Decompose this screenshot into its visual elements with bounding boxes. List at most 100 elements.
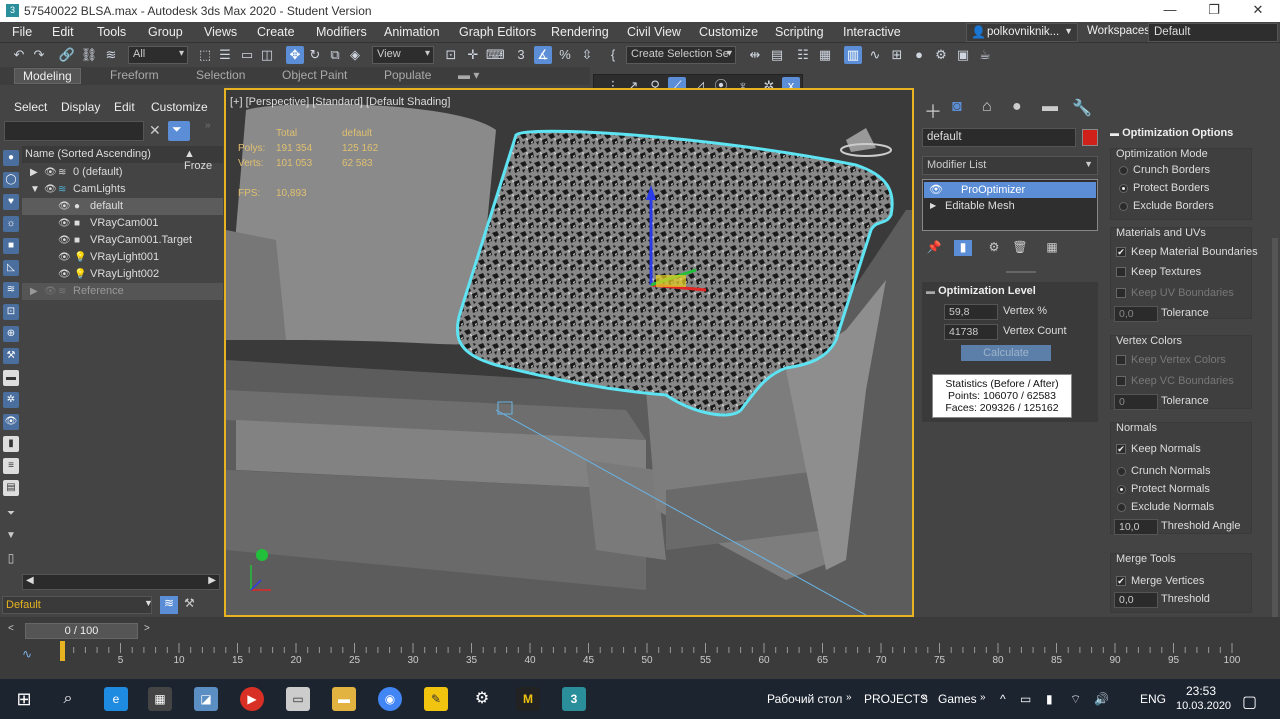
tree-row-default[interactable]: 👁 ● default (22, 198, 223, 215)
mirror-icon[interactable]: ⇹ (746, 46, 764, 64)
battery-icon[interactable]: ▮ (1046, 692, 1053, 706)
chevron-icon[interactable]: » (846, 692, 852, 703)
chrome-icon[interactable]: ◉ (378, 687, 402, 711)
exclude-normals-radio[interactable]: Exclude Normals (1114, 501, 1214, 513)
spacewarps-filter-icon[interactable]: ≋ (3, 282, 19, 298)
groups-filter-icon[interactable]: ⊡ (3, 304, 19, 320)
funnel-icon[interactable]: ⏷ (3, 506, 19, 522)
select-manipulate-icon[interactable]: ✛ (464, 46, 482, 64)
hierarchy-tab-icon[interactable]: ⌂ (982, 98, 992, 116)
curve-editor-toggle-icon[interactable]: ∿ (22, 647, 32, 661)
funnel-alt-icon[interactable]: ▼ (3, 528, 19, 544)
menu-views[interactable]: Views (204, 25, 237, 39)
frozen-filter-icon[interactable]: 👁 (3, 414, 19, 430)
calculator-icon[interactable]: ▦ (148, 687, 172, 711)
menu-interactive[interactable]: Interactive (843, 25, 901, 39)
search-icon[interactable]: ⌕ (56, 687, 80, 711)
time-track[interactable]: 5 10 15 20 25 30 35 40 45 50 55 60 65 70 75 80 85 90 95 100 (60, 641, 1270, 665)
display-all-icon[interactable]: ● (3, 150, 19, 166)
calculate-button[interactable]: Calculate (961, 345, 1051, 361)
sort-filter-icon[interactable]: ≡ (3, 458, 19, 474)
visibility-eye-icon[interactable]: 👁 (58, 215, 71, 232)
page-icon[interactable]: ▯ (3, 550, 19, 566)
vertex-percent-spinner[interactable]: 59,8 (944, 304, 998, 320)
create-tab-icon[interactable]: ＋ (924, 98, 942, 124)
make-unique-icon[interactable]: ⚙ (986, 240, 1002, 256)
link-icon[interactable]: 🔗 (58, 46, 76, 64)
scene-search-input[interactable] (4, 121, 144, 141)
percent-snap-icon[interactable]: % (556, 46, 574, 64)
stack-item-editable-mesh[interactable]: ▶ Editable Mesh (924, 198, 1096, 214)
uv-tolerance-spinner[interactable]: 0,0 (1114, 306, 1158, 322)
collapse-arrow-icon[interactable]: ▼ (30, 181, 40, 198)
media-player-icon[interactable]: ▶ (240, 687, 264, 711)
display-tab-icon[interactable]: ▬ (1042, 98, 1058, 116)
keep-vc-boundaries-checkbox[interactable]: Keep VC Boundaries (1114, 375, 1234, 387)
layer-dropdown[interactable]: Default (2, 596, 152, 614)
explorer-tab-display[interactable]: Display (61, 100, 100, 114)
visibility-eye-icon[interactable]: 👁 (44, 181, 57, 198)
placement-icon[interactable]: ◈ (346, 46, 364, 64)
language-indicator[interactable]: ENG (1140, 692, 1166, 706)
edit-named-selection-icon[interactable]: { (604, 46, 622, 64)
expand-arrow-icon[interactable]: ▶ (30, 164, 38, 181)
configure-sets-icon[interactable]: ▦ (1044, 240, 1060, 256)
minimize-button[interactable]: — (1160, 2, 1180, 17)
protect-borders-radio[interactable]: Protect Borders (1116, 182, 1209, 194)
modifier-list-dropdown[interactable]: Modifier List ▼ (922, 156, 1098, 175)
unlink-icon[interactable]: ⛓ (80, 46, 98, 64)
menu-file[interactable]: File (12, 25, 32, 39)
explorer-tab-customize[interactable]: Customize (151, 100, 208, 114)
layer-explorer-icon[interactable]: ≋ (160, 596, 178, 614)
tab-object-paint[interactable]: Object Paint (282, 68, 347, 82)
move-icon[interactable]: ✥ (286, 46, 304, 64)
merge-threshold-spinner[interactable]: 0,0 (1114, 592, 1158, 608)
keep-vertex-colors-checkbox[interactable]: Keep Vertex Colors (1114, 354, 1226, 366)
3ds-max-taskbar-icon[interactable]: 3 (562, 687, 586, 711)
tree-row-vraycam001-target[interactable]: 👁 ■ VRayCam001.Target (22, 232, 223, 249)
helpers-filter-icon[interactable]: ◺ (3, 260, 19, 276)
tab-freeform[interactable]: Freeform (110, 68, 159, 82)
command-panel-scrollbar[interactable] (1272, 238, 1278, 618)
menu-edit[interactable]: Edit (52, 25, 74, 39)
keep-material-boundaries-checkbox[interactable]: ✔ Keep Material Boundaries (1114, 246, 1258, 258)
scroll-left-icon[interactable]: < (8, 623, 14, 634)
containers-filter-icon[interactable]: ▬ (3, 370, 19, 386)
perspective-viewport[interactable]: [+] [Perspective] [Standard] [Default Sh… (224, 88, 914, 617)
visibility-eye-icon[interactable]: 👁 (44, 164, 57, 181)
protect-normals-radio[interactable]: Protect Normals (1114, 483, 1210, 495)
tab-modeling[interactable]: Modeling (14, 68, 81, 84)
tree-row-vraylight002[interactable]: 👁 💡 VRayLight002 (22, 266, 223, 283)
toolbar-desktop[interactable]: Рабочий стол (767, 692, 842, 706)
render-icon[interactable]: ☕ (976, 46, 994, 64)
select-by-name-icon[interactable]: ☰ (216, 46, 234, 64)
material-editor-icon[interactable]: ● (910, 46, 928, 64)
menu-customize[interactable]: Customize (699, 25, 758, 39)
schematic-view-icon[interactable]: ⊞ (888, 46, 906, 64)
edge-browser-icon[interactable]: e (104, 687, 128, 711)
chevron-icon[interactable]: » (922, 692, 928, 703)
clear-search-icon[interactable]: ✕ (149, 122, 161, 139)
ribbon-options-icon[interactable]: ▬ ▾ (458, 68, 479, 82)
notifications-icon[interactable]: ▢ (1242, 692, 1257, 712)
motion-tab-icon[interactable]: ● (1012, 98, 1022, 116)
tree-row-layer-default[interactable]: ▶ 👁 ≋ 0 (default) (22, 164, 223, 181)
pivot-center-icon[interactable]: ⊡ (442, 46, 460, 64)
menu-create[interactable]: Create (257, 25, 295, 39)
particles-filter-icon[interactable]: ✲ (3, 392, 19, 408)
volume-icon[interactable]: 🔊 (1094, 692, 1109, 706)
optimization-options-header[interactable]: ▬ Optimization Options (1110, 127, 1233, 139)
explorer-tab-edit[interactable]: Edit (114, 100, 135, 114)
show-hidden-icons-icon[interactable]: ^ (1000, 692, 1006, 706)
expand-icon[interactable]: » (205, 120, 211, 131)
threshold-angle-spinner[interactable]: 10,0 (1114, 519, 1158, 535)
expand-arrow-icon[interactable]: ▶ (30, 283, 38, 300)
object-name-input[interactable]: default (922, 128, 1076, 147)
spinner-snap-icon[interactable]: ⇳ (578, 46, 596, 64)
tree-row-reference[interactable]: ▶ 👁 ≋ Reference (22, 283, 223, 300)
marmoset-icon[interactable]: M (516, 687, 540, 711)
tab-selection[interactable]: Selection (196, 68, 245, 82)
clock-date[interactable]: 10.03.2020 (1176, 700, 1231, 712)
scene-explorer-icon[interactable]: ▦ (816, 46, 834, 64)
windows-start-icon[interactable]: ⊞ (12, 687, 36, 711)
